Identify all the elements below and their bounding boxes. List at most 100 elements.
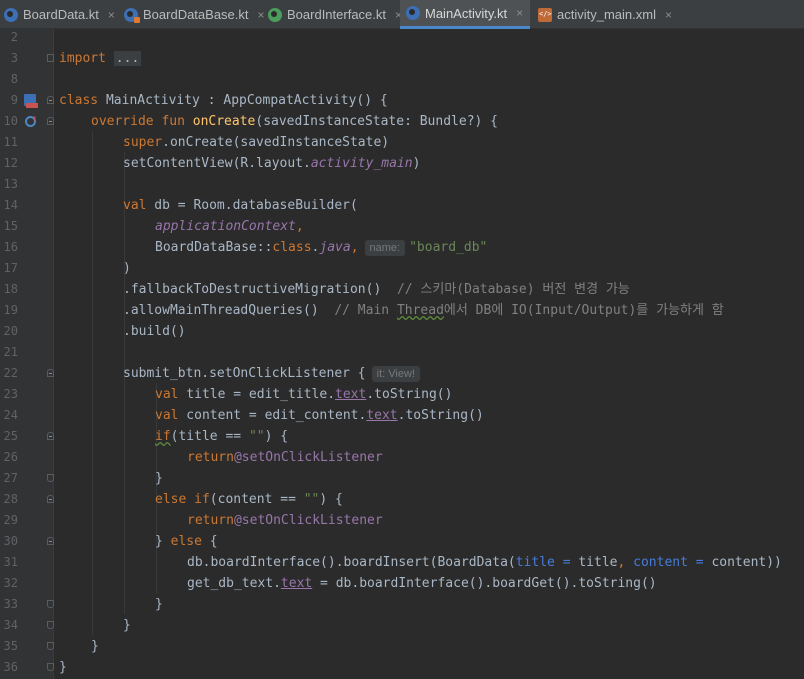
tab-label: BoardDataBase.kt — [143, 7, 249, 22]
code-line[interactable]: 2 — [0, 27, 804, 48]
close-icon[interactable]: × — [258, 8, 265, 22]
line-number: 24 — [3, 408, 18, 422]
code-text: .build() — [123, 324, 186, 339]
code-line[interactable]: 24 val content = edit_content.text.toStr… — [0, 405, 804, 426]
code-line[interactable]: 18 .fallbackToDestructiveMigration() // … — [0, 279, 804, 300]
fold-toggle-icon[interactable] — [47, 96, 54, 104]
code-text: val content = edit_content.text.toString… — [155, 408, 484, 423]
line-number: 10 — [3, 114, 18, 128]
close-icon[interactable]: × — [665, 8, 672, 22]
kotlin-interface-icon — [268, 7, 282, 22]
code-line[interactable]: 28 else if(content == "") { — [0, 489, 804, 510]
override-method-icon[interactable] — [25, 109, 37, 130]
close-icon[interactable]: × — [108, 8, 115, 22]
code-text: val title = edit_title.text.toString() — [155, 387, 453, 402]
line-number: 11 — [3, 135, 18, 149]
code-line[interactable]: 36 } — [0, 657, 804, 678]
line-number: 15 — [3, 219, 18, 233]
fold-toggle-icon[interactable] — [47, 621, 54, 629]
code-line[interactable]: 14 val db = Room.databaseBuilder( — [0, 195, 804, 216]
run-class-icon[interactable] — [24, 94, 38, 108]
line-number: 18 — [3, 282, 18, 296]
line-number: 9 — [10, 93, 18, 107]
line-number: 16 — [3, 240, 18, 254]
tab-mainactivity[interactable]: MainActivity.kt × — [400, 0, 530, 29]
tab-activity-main-xml[interactable]: activity_main.xml × — [538, 0, 678, 29]
code-line[interactable]: 13 — [0, 174, 804, 195]
code-line[interactable]: 19 .allowMainThreadQueries() // Main Thr… — [0, 300, 804, 321]
code-line[interactable]: 23 val title = edit_title.text.toString(… — [0, 384, 804, 405]
fold-toggle-icon[interactable] — [47, 642, 54, 650]
line-number: 30 — [3, 534, 18, 548]
code-line[interactable]: 16 BoardDataBase::class.java, name: "board… — [0, 237, 804, 258]
line-number: 22 — [3, 366, 18, 380]
code-text: if(title == "") { — [155, 429, 289, 444]
fold-toggle-icon[interactable] — [47, 663, 54, 671]
line-number: 32 — [3, 576, 18, 590]
lambda-parameter-hint: it: View! — [371, 366, 420, 382]
code-text: return@setOnClickListener — [187, 450, 383, 465]
code-text: ) — [123, 261, 131, 276]
code-line[interactable]: 11 super.onCreate(savedInstanceState) — [0, 132, 804, 153]
fold-toggle-icon[interactable] — [47, 474, 54, 482]
code-line[interactable]: 31 db.boardInterface().boardInsert(Board… — [0, 552, 804, 573]
fold-toggle-icon[interactable] — [47, 495, 54, 503]
code-text: else if(content == "") { — [155, 492, 343, 507]
code-text: setContentView(R.layout.activity_main) — [123, 156, 421, 171]
code-line[interactable]: 22 submit_btn.setOnClickListener {it: Vi… — [0, 363, 804, 384]
line-number: 34 — [3, 618, 18, 632]
code-line[interactable]: 33 } — [0, 594, 804, 615]
line-number: 23 — [3, 387, 18, 401]
folded-imports[interactable]: ... — [113, 51, 142, 66]
code-text: } else { — [155, 534, 218, 549]
tab-boarddata[interactable]: BoardData.kt × — [4, 0, 118, 29]
line-number: 14 — [3, 198, 18, 212]
code-text: submit_btn.setOnClickListener {it: View! — [123, 363, 424, 384]
code-text: } — [155, 471, 163, 486]
tab-label: MainActivity.kt — [425, 5, 508, 21]
tab-boardinterface[interactable]: BoardInterface.kt × — [268, 0, 402, 29]
fold-toggle-icon[interactable] — [47, 369, 54, 377]
code-text: } — [91, 639, 99, 654]
xml-file-icon — [538, 7, 552, 22]
code-line[interactable]: 8 — [0, 69, 804, 90]
fold-toggle-icon[interactable] — [47, 537, 54, 545]
code-line[interactable]: 27 } — [0, 468, 804, 489]
code-line[interactable]: 30 } else { — [0, 531, 804, 552]
tab-boarddatabase[interactable]: BoardDataBase.kt × — [124, 0, 265, 29]
code-text: } — [59, 660, 67, 675]
code-text: override fun onCreate(savedInstanceState… — [91, 114, 499, 129]
code-line[interactable]: 26 return@setOnClickListener — [0, 447, 804, 468]
code-line[interactable]: 15 applicationContext, — [0, 216, 804, 237]
code-line[interactable]: 25 if(title == "") { — [0, 426, 804, 447]
fold-toggle-icon[interactable] — [47, 432, 54, 440]
line-number: 28 — [3, 492, 18, 506]
code-line[interactable]: 12 setContentView(R.layout.activity_main… — [0, 153, 804, 174]
code-line[interactable]: 35 } — [0, 636, 804, 657]
code-line[interactable]: 10 override fun onCreate(savedInstanceSt… — [0, 109, 804, 132]
tab-label: activity_main.xml — [557, 7, 656, 22]
fold-toggle-icon[interactable] — [47, 54, 54, 62]
fold-toggle-icon[interactable] — [47, 600, 54, 608]
code-line[interactable]: 17 ) — [0, 258, 804, 279]
code-line[interactable]: 29 return@setOnClickListener — [0, 510, 804, 531]
code-line[interactable]: 3 import ... — [0, 48, 804, 69]
line-number: 2 — [10, 30, 18, 44]
code-line[interactable]: 34 } — [0, 615, 804, 636]
code-text: class MainActivity : AppCompatActivity()… — [59, 93, 388, 108]
code-text: return@setOnClickListener — [187, 513, 383, 528]
code-line[interactable]: 32 get_db_text.text = db.boardInterface(… — [0, 573, 804, 594]
line-number: 20 — [3, 324, 18, 338]
kotlin-class-icon — [406, 6, 420, 20]
code-text: val db = Room.databaseBuilder( — [123, 198, 358, 213]
line-number: 29 — [3, 513, 18, 527]
close-icon[interactable]: × — [516, 6, 523, 20]
line-number: 8 — [10, 72, 18, 86]
line-number: 36 — [3, 660, 18, 674]
code-line[interactable]: 9 class MainActivity : AppCompatActivity… — [0, 90, 804, 111]
code-line[interactable]: 20 .build() — [0, 321, 804, 342]
code-text: get_db_text.text = db.boardInterface().b… — [187, 576, 657, 591]
code-line[interactable]: 21 — [0, 342, 804, 363]
code-text: super.onCreate(savedInstanceState) — [123, 135, 390, 150]
fold-toggle-icon[interactable] — [47, 117, 54, 125]
